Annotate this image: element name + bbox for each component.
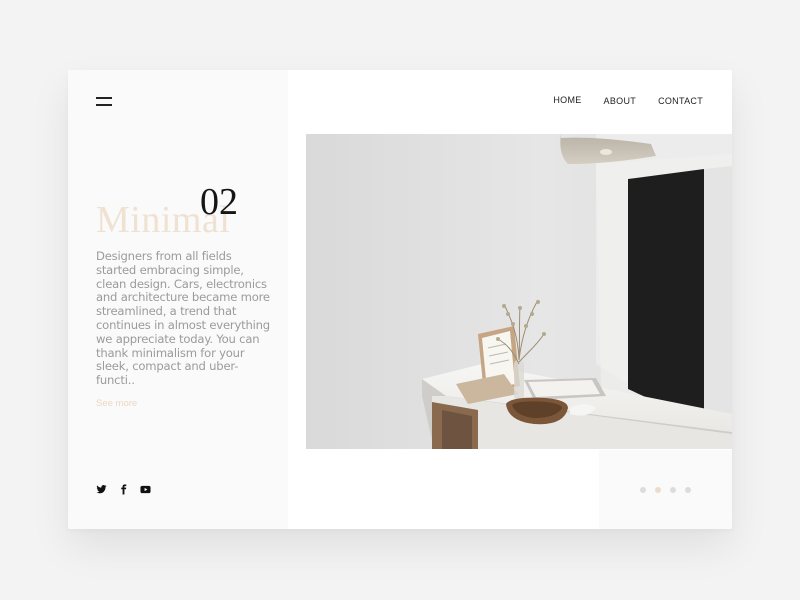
nav-contact[interactable]: CONTACT bbox=[658, 96, 703, 106]
facebook-icon[interactable] bbox=[118, 484, 129, 495]
hero-slide-number: 02 bbox=[200, 181, 238, 223]
slider-dot-1[interactable] bbox=[640, 487, 646, 493]
hero-description: Designers from all fields started embrac… bbox=[96, 249, 270, 388]
main-card: HOME ABOUT CONTACT Minimal 02 Designers … bbox=[68, 70, 732, 529]
slider-dot-3[interactable] bbox=[670, 487, 676, 493]
hamburger-menu-icon[interactable] bbox=[96, 97, 112, 106]
see-more-link[interactable]: See more bbox=[96, 398, 137, 409]
top-nav: HOME ABOUT CONTACT bbox=[553, 95, 703, 106]
social-links bbox=[96, 484, 151, 495]
interior-photo bbox=[306, 134, 732, 449]
youtube-icon[interactable] bbox=[140, 484, 151, 495]
nav-about[interactable]: ABOUT bbox=[604, 96, 637, 106]
hero-photo bbox=[306, 134, 732, 449]
nav-home[interactable]: HOME bbox=[553, 95, 581, 105]
menu-bar-bottom bbox=[96, 104, 112, 106]
menu-bar-top bbox=[96, 97, 112, 99]
slider-dots bbox=[640, 487, 691, 493]
slider-dot-4[interactable] bbox=[685, 487, 691, 493]
twitter-icon[interactable] bbox=[96, 484, 107, 495]
hero-title: Minimal 02 bbox=[96, 180, 296, 241]
slider-dot-2[interactable] bbox=[655, 487, 661, 493]
